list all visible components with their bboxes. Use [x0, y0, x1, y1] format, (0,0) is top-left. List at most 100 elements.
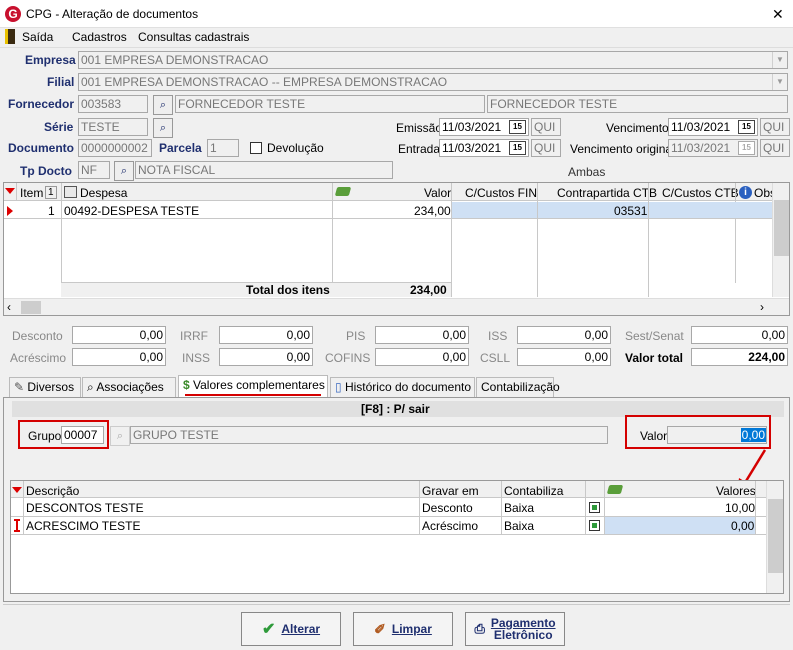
valortotal-label: Valor total	[625, 351, 684, 365]
filial-dropdown-icon[interactable]: ▼	[772, 74, 787, 90]
serie-search-icon[interactable]: ⌕	[153, 118, 173, 138]
green-checkbox-icon[interactable]	[589, 502, 600, 513]
documento-field[interactable]: 0000000002	[78, 139, 152, 157]
scroll-left-icon[interactable]: ‹	[7, 300, 11, 314]
cell-gravar: Desconto	[422, 501, 473, 515]
serie-label: Série	[44, 120, 74, 134]
filial-label: Filial	[47, 75, 75, 89]
empresa-select[interactable]: 001 EMPRESA DEMONSTRACAO	[78, 51, 788, 69]
vencimento-calendar-icon[interactable]: 15	[738, 120, 755, 134]
alterar-button[interactable]: ✔ Alterar	[241, 612, 341, 646]
close-icon[interactable]: ✕	[772, 6, 784, 23]
col-ccustos-fin[interactable]: C/Custos FIN	[465, 186, 537, 200]
col-gravar[interactable]: Gravar em	[422, 484, 479, 498]
grupo-search-icon[interactable]: ⌕	[110, 426, 130, 446]
info-icon: i	[739, 186, 752, 199]
desconto-label: Desconto	[12, 329, 63, 343]
table-row[interactable]: 1 00492-DESPESA TESTE 234,00 03531	[4, 202, 772, 219]
complement-vscrollbar[interactable]	[766, 481, 783, 593]
cofins-label: COFINS	[325, 351, 371, 365]
fornecedor-name2-field: FORNECEDOR TESTE	[487, 95, 788, 113]
irrf-field[interactable]: 0,00	[219, 326, 313, 344]
complement-grid-header	[11, 481, 766, 498]
complement-sort-icon	[12, 487, 22, 493]
valor-selected-text: 0,00	[740, 428, 766, 442]
menu-saida[interactable]: Saída	[22, 30, 53, 44]
tab-contabilizacao[interactable]: Contabilização	[476, 377, 560, 397]
sestsenat-field[interactable]: 0,00	[691, 326, 788, 344]
cofins-field[interactable]: 0,00	[375, 348, 469, 366]
empresa-dropdown-icon[interactable]: ▼	[772, 52, 787, 68]
inss-field[interactable]: 0,00	[219, 348, 313, 366]
iss-field[interactable]: 0,00	[517, 326, 611, 344]
tab-associacoes[interactable]: ⌕ Associações	[82, 377, 176, 397]
hscroll-thumb[interactable]	[21, 301, 41, 314]
menu-consultas[interactable]: Consultas cadastrais	[138, 30, 249, 44]
cell-descricao: DESCONTOS TESTE	[26, 501, 144, 515]
valor-field[interactable]: 0,00	[667, 426, 767, 444]
grupo-code-field[interactable]: 00007	[61, 426, 104, 444]
scroll-right-icon[interactable]: ›	[760, 300, 764, 314]
vencorig-weekday: QUI	[760, 139, 790, 157]
col-contabiliza[interactable]: Contabiliza	[504, 484, 563, 498]
col-valor[interactable]: Valor	[424, 186, 451, 200]
row-cursor-icon	[14, 519, 20, 532]
fornecedor-label: Fornecedor	[8, 97, 75, 111]
panel-hint: [F8] : P/ sair	[361, 402, 430, 416]
col-valores[interactable]: Valores	[716, 484, 756, 498]
green-checkbox-icon[interactable]	[589, 520, 600, 531]
col-item-index: 1	[45, 186, 57, 199]
cell-contrapartida: 03531	[614, 204, 648, 218]
pagamento-eletronico-button[interactable]: ⎙ Pagamento Eletrônico	[465, 612, 565, 646]
valor-label: Valor	[640, 429, 668, 443]
emissao-calendar-icon[interactable]: 15	[509, 120, 526, 134]
cell-despesa: 00492-DESPESA TESTE	[64, 204, 200, 218]
pis-field[interactable]: 0,00	[375, 326, 469, 344]
col-descricao[interactable]: Descrição	[26, 484, 79, 498]
serie-field[interactable]: TESTE	[78, 118, 148, 136]
devolucao-checkbox[interactable]	[250, 142, 262, 154]
money-icon-2	[606, 485, 624, 494]
tpdocto-label: Tp Docto	[20, 164, 72, 178]
parcela-field[interactable]: 1	[207, 139, 239, 157]
tpdocto-search-icon[interactable]: ⌕	[114, 161, 134, 181]
tab-historico[interactable]: ▯ Histórico do documento	[330, 377, 475, 397]
tab-highlight-underline	[185, 394, 321, 396]
money-bag-icon: $	[183, 378, 194, 392]
tpdocto-code-field[interactable]: NF	[78, 161, 110, 179]
entrada-calendar-icon[interactable]: 15	[509, 141, 526, 155]
csll-field[interactable]: 0,00	[517, 348, 611, 366]
row-indicator-icon	[7, 206, 13, 216]
menu-cadastros[interactable]: Cadastros	[72, 30, 127, 44]
cell-ccustos-fin	[452, 202, 537, 218]
cell-descricao: ACRESCIMO TESTE	[26, 519, 141, 533]
vencimento-weekday: QUI	[760, 118, 790, 136]
limpar-button[interactable]: ✐ Limpar	[353, 612, 453, 646]
desconto-field[interactable]: 0,00	[72, 326, 166, 344]
complement-vscroll-thumb[interactable]	[768, 499, 783, 573]
filial-select[interactable]: 001 EMPRESA DEMONSTRACAO -- EMPRESA DEMO…	[78, 73, 788, 91]
table-row[interactable]: DESCONTOS TESTE Desconto Baixa 10,00	[11, 499, 766, 517]
fornecedor-code-field[interactable]: 003583	[78, 95, 148, 113]
col-contrapartida[interactable]: Contrapartida CTB	[557, 186, 657, 200]
vscroll-thumb[interactable]	[774, 200, 789, 256]
cell-contabiliza: Baixa	[504, 501, 535, 515]
iss-label: ISS	[488, 329, 508, 343]
tab-diversos[interactable]: ✎ Diversos	[9, 377, 81, 397]
col-ccustos-ctb[interactable]: C/Custos CTB	[662, 186, 739, 200]
cell-gravar: Acréscimo	[422, 519, 479, 533]
total-label: Total dos itens	[246, 283, 330, 297]
col-item[interactable]: Item	[20, 186, 43, 200]
col-despesa[interactable]: Despesa	[80, 186, 127, 200]
acrescimo-field[interactable]: 0,00	[72, 348, 166, 366]
acrescimo-label: Acréscimo	[10, 351, 67, 365]
table-row[interactable]: ACRESCIMO TESTE Acréscimo Baixa 0,00	[11, 517, 766, 535]
fornecedor-search-icon[interactable]: ⌕	[153, 95, 173, 115]
items-hscrollbar[interactable]: ‹ ›	[4, 298, 789, 315]
inss-label: INSS	[182, 351, 211, 365]
items-vscrollbar[interactable]	[772, 183, 789, 297]
cell-valor: 0,00	[731, 519, 755, 533]
ambas-label: Ambas	[568, 165, 606, 179]
window-title: CPG - Alteração de documentos	[26, 7, 199, 21]
fornecedor-name-field: FORNECEDOR TESTE	[175, 95, 485, 113]
